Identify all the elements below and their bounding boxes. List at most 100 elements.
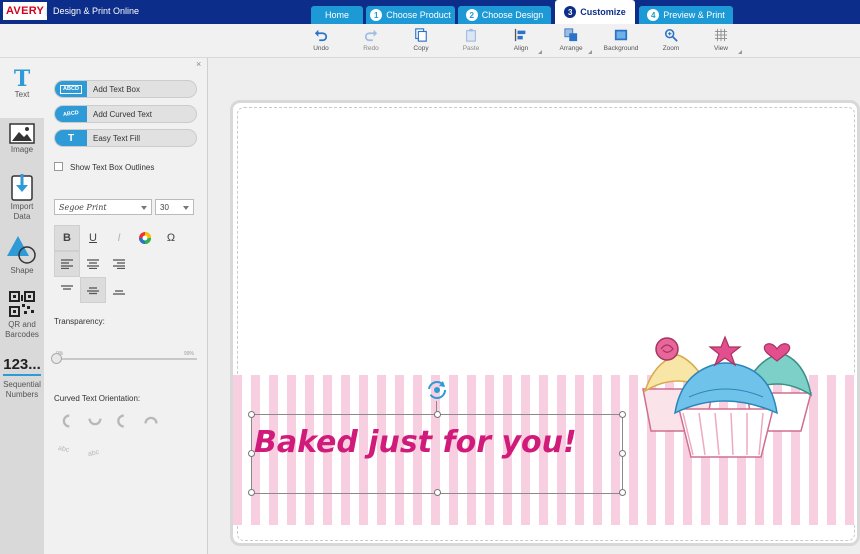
sidebar-item-label: Import Data [10, 202, 34, 221]
chevron-down-icon [141, 206, 147, 210]
undo-button[interactable]: Undo [296, 28, 346, 56]
valign-middle-icon [87, 287, 99, 295]
close-icon[interactable]: × [196, 59, 201, 69]
zoom-icon [664, 28, 678, 42]
sequential-numbers-icon: 123... [3, 356, 41, 376]
sidebar-item-import-data[interactable]: Import Data [0, 170, 44, 226]
curved-text-icon: ABCD [55, 106, 87, 122]
zoom-label: Zoom [662, 45, 680, 52]
align-center-button[interactable] [80, 251, 106, 277]
valign-top-icon [61, 285, 73, 290]
paste-button[interactable]: Paste [446, 28, 496, 56]
resize-handle-right[interactable] [619, 450, 626, 457]
dropdown-arrow-icon [538, 50, 542, 54]
resize-handle-bottom-left[interactable] [248, 489, 255, 496]
text-properties-panel: × ABCD Add Text Box ABCD Add Curved Text… [44, 58, 208, 554]
tab-customize[interactable]: 3 Customize [555, 0, 635, 24]
curve-sample-down[interactable]: abc [57, 445, 70, 454]
step-number: 4 [647, 9, 660, 21]
transparency-slider-track[interactable] [56, 358, 197, 360]
sidebar-item-label: Image [10, 145, 34, 154]
label-card[interactable]: Baked just for you! [230, 100, 860, 546]
background-button[interactable]: Background [596, 28, 646, 56]
valign-bottom-button[interactable] [106, 277, 132, 303]
underline-button[interactable]: U [80, 225, 106, 251]
resize-handle-bottom[interactable] [434, 489, 441, 496]
align-left-button[interactable] [54, 251, 80, 277]
italic-button[interactable]: I [106, 225, 132, 251]
curve-orientation-right-icon[interactable] [114, 414, 132, 428]
avery-logo[interactable]: AVERY [3, 2, 48, 20]
tab-choose-design[interactable]: 2 Choose Design [458, 6, 551, 24]
sidebar-item-shape[interactable]: Shape [0, 234, 44, 284]
resize-handle-top-left[interactable] [248, 411, 255, 418]
shape-icon [7, 236, 36, 264]
zoom-button[interactable]: Zoom [646, 28, 696, 56]
tab-label: Choose Design [481, 10, 544, 20]
font-size-value: 30 [160, 202, 169, 212]
undo-label: Undo [313, 45, 329, 52]
sidebar-item-image[interactable]: Image [0, 120, 44, 165]
canvas-text[interactable]: Baked just for you! [252, 425, 624, 460]
special-characters-button[interactable]: Ω [158, 225, 184, 251]
tab-label: Choose Product [386, 10, 451, 20]
transparency-slider-handle[interactable] [51, 353, 62, 364]
bold-button[interactable]: B [54, 225, 80, 251]
align-button[interactable]: Align [496, 28, 546, 56]
curve-orientation-top-icon[interactable] [142, 414, 160, 428]
image-icon [9, 123, 35, 144]
valign-top-button[interactable] [54, 277, 80, 303]
import-data-icon [11, 174, 33, 201]
toolbar: Undo Redo Copy Paste Align Arrange Backg… [0, 24, 860, 58]
show-outlines-checkbox[interactable] [54, 162, 63, 171]
sidebar-item-label: Shape [10, 266, 34, 275]
add-text-box-icon: ABCD [55, 81, 87, 97]
cupcakes-image[interactable] [635, 331, 815, 461]
tab-label: Preview & Print [663, 10, 725, 20]
sidebar-item-qr-barcodes[interactable]: QR and Barcodes [0, 291, 44, 347]
add-text-box-button[interactable]: ABCD Add Text Box [54, 80, 197, 98]
grid-icon [714, 28, 728, 42]
dropdown-arrow-icon [588, 50, 592, 54]
resize-handle-left[interactable] [248, 450, 255, 457]
app-title: Design & Print Online [53, 6, 140, 16]
valign-bottom-icon [113, 290, 125, 295]
rotate-icon[interactable] [426, 379, 448, 401]
font-family-select[interactable]: Segoe Print [54, 199, 152, 215]
curve-orientation-left-icon[interactable] [58, 414, 76, 428]
add-curved-text-button[interactable]: ABCD Add Curved Text [54, 105, 197, 123]
easy-text-fill-button[interactable]: T Easy Text Fill [54, 129, 197, 147]
arrange-label: Arrange [559, 45, 583, 52]
text-color-button[interactable] [132, 225, 158, 251]
tab-choose-product[interactable]: 1 Choose Product [366, 6, 455, 24]
copy-label: Copy [413, 45, 429, 52]
valign-middle-button[interactable] [80, 277, 106, 303]
text-box-selection[interactable]: Baked just for you! [248, 411, 626, 496]
align-right-button[interactable] [106, 251, 132, 277]
resize-handle-top[interactable] [434, 411, 441, 418]
font-size-select[interactable]: 30 [155, 199, 194, 215]
arrange-button[interactable]: Arrange [546, 28, 596, 56]
tab-home[interactable]: Home [311, 6, 363, 24]
resize-handle-top-right[interactable] [619, 411, 626, 418]
view-button[interactable]: View [696, 28, 746, 56]
arrange-icon [564, 28, 578, 42]
curved-text-orientation-label: Curved Text Orientation: [54, 394, 141, 403]
top-bar: AVERY | Design & Print Online Home 1 Cho… [0, 0, 860, 24]
button-label: Add Text Box [93, 84, 140, 94]
curve-orientation-bottom-icon[interactable] [86, 414, 104, 428]
left-sidebar: T Text Image Import Data Shape QR and Ba… [0, 58, 44, 554]
sidebar-item-text[interactable]: T Text [0, 58, 44, 118]
step-number: 3 [564, 6, 577, 18]
curve-sample-up[interactable]: abc [87, 449, 100, 458]
transparency-label: Transparency: [54, 317, 105, 326]
chevron-down-icon [183, 206, 189, 210]
resize-handle-bottom-right[interactable] [619, 489, 626, 496]
easy-text-fill-icon: T [55, 130, 87, 146]
background-icon [614, 29, 628, 41]
paste-icon [466, 28, 476, 42]
sidebar-item-sequential-numbers[interactable]: 123... Sequential Numbers [0, 356, 44, 412]
redo-button[interactable]: Redo [346, 28, 396, 56]
copy-button[interactable]: Copy [396, 28, 446, 56]
tab-preview-print[interactable]: 4 Preview & Print [639, 6, 733, 24]
